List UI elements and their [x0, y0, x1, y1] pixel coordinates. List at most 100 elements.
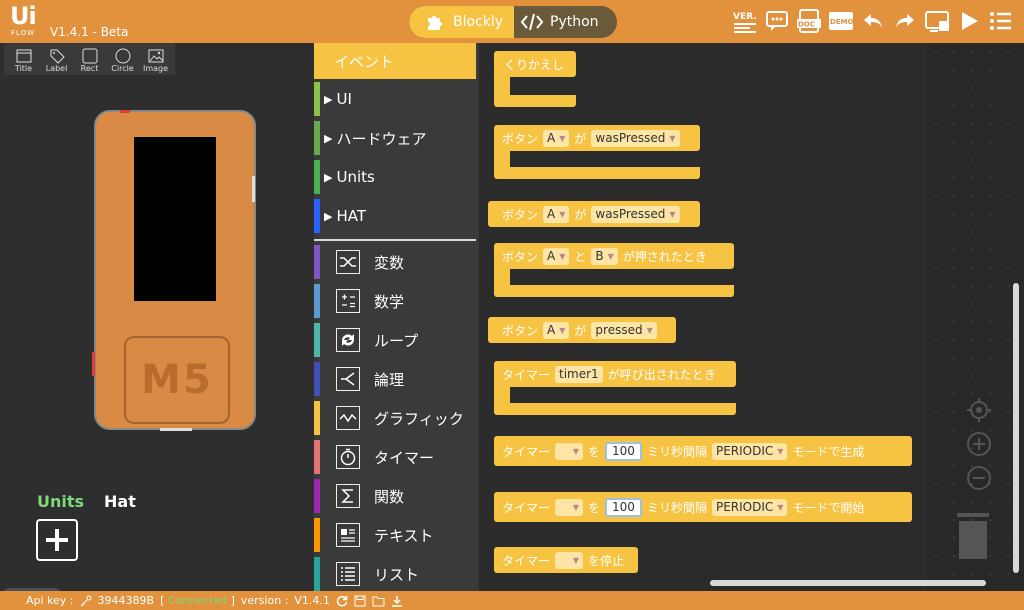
category-event[interactable]: イベント	[314, 43, 476, 79]
download-icon[interactable]	[391, 595, 403, 607]
event-dropdown[interactable]: wasPressed ▼	[591, 129, 680, 147]
comment-button[interactable]	[764, 8, 790, 34]
zoom-out-icon[interactable]	[966, 465, 992, 491]
version-icon: VER.	[733, 12, 757, 33]
tag-icon	[50, 49, 65, 64]
demo-icon: DEMO	[829, 12, 854, 30]
widget-image[interactable]: Image	[140, 45, 171, 75]
category-functions[interactable]: 関数	[314, 477, 476, 515]
python-label: Python	[550, 14, 599, 30]
timer-dropdown[interactable]: ▼	[555, 498, 584, 516]
category-loops[interactable]: ループ	[314, 321, 476, 359]
add-unit-button[interactable]	[36, 519, 78, 561]
button1-dropdown[interactable]: A ▼	[543, 247, 570, 265]
button2-dropdown[interactable]: B ▼	[591, 247, 618, 265]
widget-title[interactable]: Title	[8, 45, 39, 75]
redo-button[interactable]	[892, 8, 918, 34]
block-text: モードで開始	[792, 500, 865, 515]
widget-label: Rect	[80, 63, 99, 73]
event-dropdown[interactable]: pressed ▼	[591, 321, 657, 339]
category-color-bar	[314, 362, 320, 396]
blockly-workspace[interactable]: くりかえし ボタン A ▼ が wasPressed ▼ ボタン A ▼ が wasP…	[480, 43, 1024, 591]
category-color-bar	[314, 199, 320, 233]
widget-rect[interactable]: Rect	[74, 45, 105, 75]
category-color-bar	[314, 557, 320, 591]
zoom-in-icon[interactable]	[966, 431, 992, 457]
stopwatch-icon	[336, 445, 360, 469]
block-text: が呼び出されたとき	[607, 367, 716, 382]
python-tab[interactable]: Python	[514, 6, 617, 38]
category-color-bar	[314, 440, 320, 474]
dropdown-value: A	[547, 249, 556, 263]
category-text[interactable]: テキスト	[314, 516, 476, 554]
category-color-bar	[314, 160, 320, 194]
event-dropdown[interactable]: wasPressed ▼	[591, 205, 680, 223]
button-dropdown[interactable]: A ▼	[543, 205, 570, 223]
button-dropdown[interactable]: A ▼	[543, 321, 570, 339]
block-text: を	[588, 444, 601, 459]
dropdown-value: A	[547, 207, 556, 221]
shuffle-icon	[336, 250, 360, 274]
vertical-scrollbar[interactable]	[1013, 283, 1019, 573]
category-divider	[314, 239, 476, 241]
doc-button[interactable]: DOC	[796, 8, 822, 34]
category-ui[interactable]: ▶ UI	[314, 81, 476, 117]
interval-input[interactable]: 100	[605, 441, 642, 461]
category-math[interactable]: 数学	[314, 282, 476, 320]
category-hat[interactable]: ▶ HAT	[314, 198, 476, 234]
block-text: ボタン	[502, 249, 539, 264]
block-text: ボタン	[502, 323, 539, 338]
trash-icon[interactable]	[956, 513, 990, 561]
block-text: くりかえし	[504, 58, 565, 72]
category-lists[interactable]: リスト	[314, 555, 476, 593]
play-icon	[962, 12, 978, 30]
save-icon[interactable]	[354, 595, 366, 607]
dropdown-arrow-icon: ▼	[572, 555, 580, 565]
category-logic[interactable]: 論理	[314, 360, 476, 398]
block-text: が押されたとき	[622, 249, 707, 264]
dropdown-value: A	[547, 323, 556, 337]
horizontal-scrollbar[interactable]	[710, 580, 986, 586]
folder-icon[interactable]	[372, 595, 385, 607]
category-timer[interactable]: タイマー	[314, 438, 476, 476]
block-text: ボタン	[502, 131, 539, 146]
widget-label[interactable]: Label	[41, 45, 72, 75]
ui-designer-panel: Title Label Rect Circle Image M5 Units H…	[0, 43, 314, 610]
mode-dropdown[interactable]: PERIODIC ▼	[711, 498, 788, 516]
category-units[interactable]: ▶ Units	[314, 159, 476, 195]
interval-input[interactable]: 100	[605, 497, 642, 517]
category-label: Units	[336, 168, 375, 186]
block-text: を	[588, 500, 601, 515]
menu-button[interactable]	[988, 8, 1014, 34]
category-hardware[interactable]: ▶ ハードウェア	[314, 120, 476, 156]
recenter-icon[interactable]	[966, 397, 992, 423]
title-icon	[16, 49, 31, 62]
timer-dropdown[interactable]: ▼	[555, 442, 584, 460]
timer-name-field[interactable]: timer1	[555, 365, 603, 383]
blockly-tab[interactable]: Blockly	[409, 6, 514, 38]
category-variables[interactable]: 変数	[314, 243, 476, 281]
text-icon	[336, 523, 360, 547]
run-button[interactable]	[956, 8, 982, 34]
device-manager-button[interactable]	[924, 8, 950, 34]
m5-button: M5	[124, 336, 230, 424]
device-screen[interactable]	[134, 137, 216, 301]
key-icon	[80, 595, 92, 606]
version-button[interactable]: VER.	[732, 8, 758, 34]
refresh-icon[interactable]	[336, 595, 348, 607]
undo-button[interactable]	[860, 8, 886, 34]
button-dropdown[interactable]: A ▼	[543, 129, 570, 147]
mode-dropdown[interactable]: PERIODIC ▼	[711, 442, 788, 460]
timer-dropdown[interactable]: ▼	[555, 551, 584, 569]
hat-tab[interactable]: Hat	[104, 492, 136, 511]
category-graphics[interactable]: グラフィック	[314, 399, 476, 437]
dropdown-arrow-icon: ▼	[559, 251, 566, 261]
zoom-controls	[964, 397, 994, 491]
expand-arrow-icon: ▶	[324, 131, 333, 145]
hamburger-icon	[990, 12, 1011, 30]
units-tab[interactable]: Units	[37, 492, 84, 511]
widget-label: Title	[14, 63, 33, 73]
demo-button[interactable]: DEMO	[828, 8, 854, 34]
undo-icon	[864, 14, 882, 28]
widget-circle[interactable]: Circle	[107, 45, 138, 75]
